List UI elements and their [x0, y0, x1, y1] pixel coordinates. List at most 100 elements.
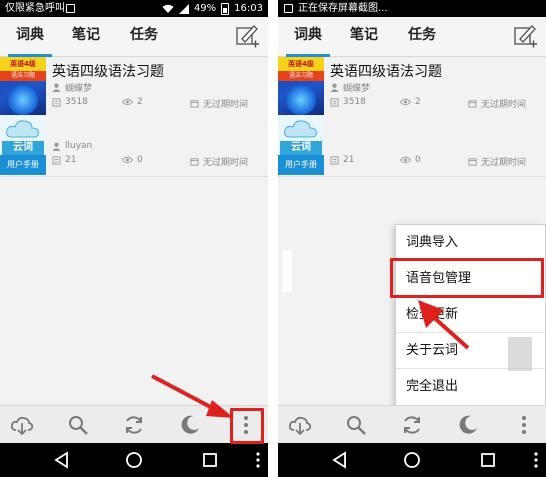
tab-notes[interactable]: 笔记 — [342, 17, 386, 57]
book-stats: 21 0 无过期时间 — [52, 155, 252, 168]
book-item[interactable]: 云词 用户手册 21 0 无过期时间 — [278, 115, 546, 177]
cover-footer: 用户手册 — [278, 155, 324, 175]
signal-icon — [178, 3, 189, 14]
cover-title: 云词 — [280, 141, 322, 155]
recents-icon[interactable] — [478, 450, 498, 470]
home-icon[interactable] — [402, 450, 422, 470]
calendar-icon — [190, 158, 199, 166]
battery-icon — [221, 2, 230, 15]
list-icon — [52, 97, 61, 107]
annotation-arrow — [418, 300, 470, 350]
book-stats: 3518 2 无过期时间 — [52, 97, 252, 110]
night-mode-icon[interactable] — [456, 413, 480, 437]
cloud-download-icon[interactable] — [288, 413, 312, 437]
sync-icon[interactable] — [122, 413, 146, 437]
clock: 16:03 — [234, 3, 263, 14]
entry-count-value: 3518 — [343, 97, 366, 107]
recents-icon[interactable] — [200, 450, 220, 470]
tab-dictionary[interactable]: 词典 — [8, 17, 52, 57]
user-icon — [52, 142, 61, 151]
cover-art — [8, 85, 38, 115]
user-icon — [330, 83, 339, 92]
book-cover: 英语4级 语法习题 — [278, 57, 324, 117]
author-name: 蝴蝶梦 — [343, 84, 371, 94]
expiry-value: 无过期时间 — [481, 158, 527, 168]
tab-bar: 词典 笔记 任务 — [0, 17, 268, 57]
view-count-value: 2 — [415, 97, 421, 107]
cover-footer: 用户手册 — [0, 155, 46, 175]
view-count-value: 2 — [137, 97, 143, 107]
more-menu-icon[interactable] — [512, 413, 536, 437]
author-name: lluyan — [65, 141, 93, 151]
tab-dictionary[interactable]: 词典 — [286, 17, 330, 57]
view-count: 2 — [122, 97, 143, 107]
entry-count: 21 — [52, 155, 76, 165]
author-name: 蝴蝶梦 — [65, 84, 93, 94]
edit-add-icon[interactable] — [512, 23, 538, 49]
book-cover: 英语4级 语法习题 — [0, 57, 46, 117]
cover-title: 云词 — [2, 141, 44, 155]
cover-subtitle: 语法习题 — [0, 71, 46, 81]
book-item[interactable]: 英语4级 语法习题 英语四级语法习题 蝴蝶梦 3518 2 无过期时间 — [0, 57, 268, 119]
calendar-icon — [190, 100, 199, 108]
book-item[interactable]: 英语4级 语法习题 英语四级语法习题 蝴蝶梦 3518 2 无过期时间 — [278, 57, 546, 119]
book-title: 英语四级语法习题 — [330, 64, 442, 80]
entry-count: 3518 — [330, 97, 366, 107]
screenshot-status: 正在保存屏幕截图... — [298, 3, 388, 14]
view-count-value: 0 — [415, 155, 421, 165]
book-author: 蝴蝶梦 — [52, 81, 92, 94]
screenshot-icon — [284, 4, 293, 13]
expiry: 无过期时间 — [468, 97, 526, 110]
phone-screen-left: 仅限紧急呼叫 49% 16:03 词典 笔记 任务 英语4级 语法习题 英语四级… — [0, 0, 268, 477]
cloud-logo-icon — [284, 120, 317, 138]
blurred-overlay — [282, 250, 292, 292]
expiry-value: 无过期时间 — [203, 158, 249, 168]
tab-tasks[interactable]: 任务 — [400, 17, 444, 57]
highlight-box-voice-pack — [390, 258, 544, 298]
status-bar: 仅限紧急呼叫 49% 16:03 — [0, 0, 268, 17]
view-count: 0 — [400, 155, 421, 165]
status-bar: 正在保存屏幕截图... — [278, 0, 546, 17]
tab-tasks[interactable]: 任务 — [122, 17, 166, 57]
cover-subtitle: 语法习题 — [278, 71, 324, 81]
expiry-value: 无过期时间 — [203, 100, 249, 110]
expiry: 无过期时间 — [190, 97, 248, 110]
view-count: 0 — [122, 155, 143, 165]
book-author: lluyan — [52, 141, 92, 151]
sync-icon[interactable] — [400, 413, 424, 437]
book-item[interactable]: 云词 用户手册 lluyan 21 0 无过期时间 — [0, 115, 268, 177]
tab-bar: 词典 笔记 任务 — [278, 17, 546, 57]
cover-art — [286, 85, 316, 115]
book-stats: 21 0 无过期时间 — [330, 155, 530, 168]
book-cover: 云词 用户手册 — [278, 115, 324, 175]
search-icon[interactable] — [344, 413, 368, 437]
home-icon[interactable] — [124, 450, 144, 470]
back-icon[interactable] — [52, 450, 72, 470]
sim-icon — [66, 4, 75, 13]
expiry: 无过期时间 — [468, 155, 526, 168]
entry-count: 3518 — [52, 97, 88, 107]
expiry: 无过期时间 — [190, 155, 248, 168]
eye-icon — [122, 98, 133, 106]
cover-title: 英语4级 — [0, 57, 46, 71]
book-title: 英语四级语法习题 — [52, 64, 164, 80]
menu-item-exit[interactable]: 完全退出 — [396, 369, 546, 405]
tab-notes[interactable]: 笔记 — [64, 17, 108, 57]
entry-count-value: 21 — [343, 155, 355, 165]
eye-icon — [400, 98, 411, 106]
overflow-icon[interactable] — [248, 450, 268, 470]
calendar-icon — [468, 100, 477, 108]
view-count: 2 — [400, 97, 421, 107]
list-icon — [330, 155, 339, 165]
cover-title: 英语4级 — [278, 57, 324, 71]
cloud-download-icon[interactable] — [10, 413, 34, 437]
back-icon[interactable] — [330, 450, 350, 470]
overflow-icon[interactable] — [526, 450, 546, 470]
edit-add-icon[interactable] — [234, 23, 260, 49]
bottom-toolbar — [278, 405, 546, 443]
user-icon — [52, 83, 61, 92]
menu-item-dictionary-import[interactable]: 词典导入 — [396, 225, 546, 261]
search-icon[interactable] — [66, 413, 90, 437]
entry-count: 21 — [330, 155, 354, 165]
calendar-icon — [468, 158, 477, 166]
